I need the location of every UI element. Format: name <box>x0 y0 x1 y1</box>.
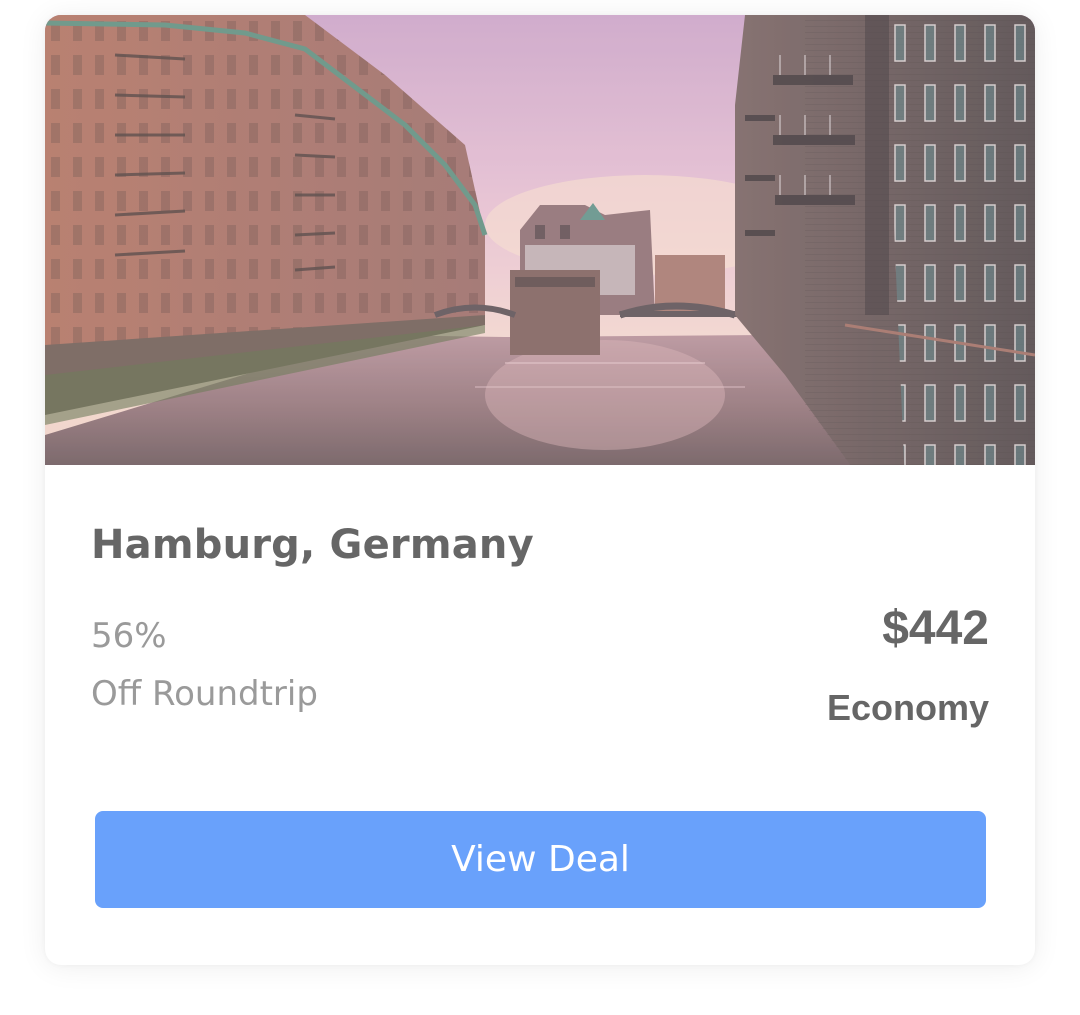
destination-photo <box>45 15 1035 465</box>
deal-card[interactable]: Hamburg, Germany 56% Off Roundtrip $442 … <box>45 15 1035 965</box>
discount-percent: 56% <box>91 616 167 656</box>
view-deal-button[interactable]: View Deal <box>95 811 986 908</box>
destination-title: Hamburg, Germany <box>91 522 534 568</box>
discount-info: 56% Off Roundtrip <box>91 607 318 723</box>
deal-price: $442 <box>882 602 989 655</box>
cabin-class: Economy <box>826 687 989 728</box>
discount-label: Off Roundtrip <box>91 674 318 714</box>
